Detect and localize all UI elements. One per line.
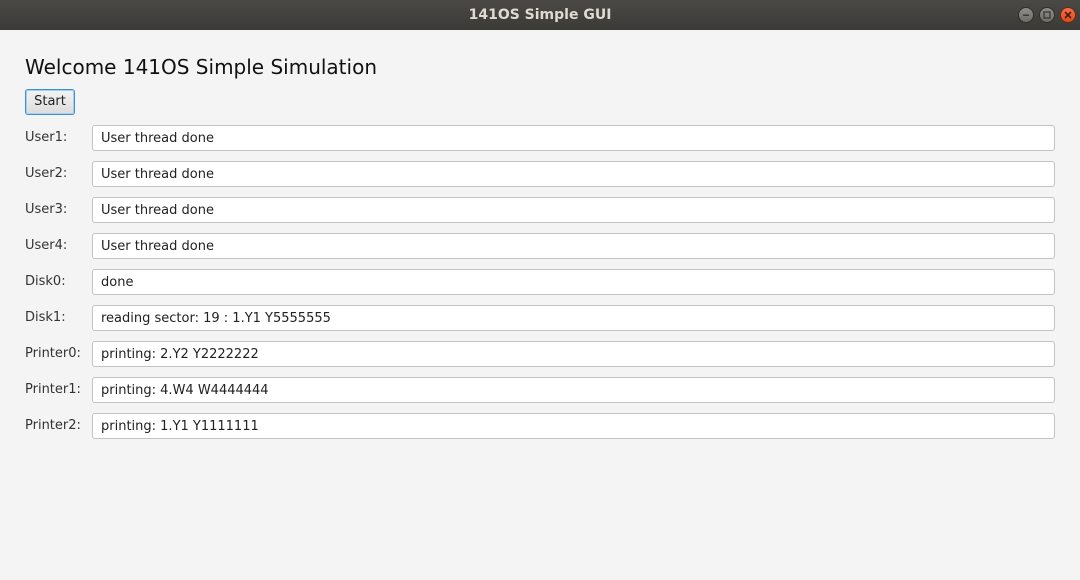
field-disk0[interactable] <box>92 269 1055 295</box>
app-window: 141OS Simple GUI Welcome 141OS Simple Si… <box>0 0 1080 580</box>
field-disk1[interactable] <box>92 305 1055 331</box>
field-user3[interactable] <box>92 197 1055 223</box>
row-label-disk0: Disk0: <box>25 274 66 289</box>
row-label-user4: User4: <box>25 238 68 253</box>
field-printer0[interactable] <box>92 341 1055 367</box>
row-label-printer0: Printer0: <box>25 346 81 361</box>
title-bar[interactable]: 141OS Simple GUI <box>0 0 1080 30</box>
field-printer1[interactable] <box>92 377 1055 403</box>
minimize-icon <box>1023 14 1029 16</box>
row-label-user3: User3: <box>25 202 68 217</box>
window-title: 141OS Simple GUI <box>468 7 612 23</box>
field-user4[interactable] <box>92 233 1055 259</box>
start-button[interactable]: Start <box>25 89 75 115</box>
row-label-printer2: Printer2: <box>25 418 81 433</box>
welcome-heading: Welcome 141OS Simple Simulation <box>25 55 377 79</box>
row-label-disk1: Disk1: <box>25 310 66 325</box>
close-button[interactable] <box>1060 7 1076 23</box>
row-label-printer1: Printer1: <box>25 382 81 397</box>
field-user1[interactable] <box>92 125 1055 151</box>
minimize-button[interactable] <box>1018 7 1034 23</box>
row-label-user2: User2: <box>25 166 68 181</box>
field-printer2[interactable] <box>92 413 1055 439</box>
maximize-icon <box>1043 11 1051 19</box>
maximize-button[interactable] <box>1039 7 1055 23</box>
row-label-user1: User1: <box>25 130 68 145</box>
field-user2[interactable] <box>92 161 1055 187</box>
close-icon <box>1064 11 1072 19</box>
